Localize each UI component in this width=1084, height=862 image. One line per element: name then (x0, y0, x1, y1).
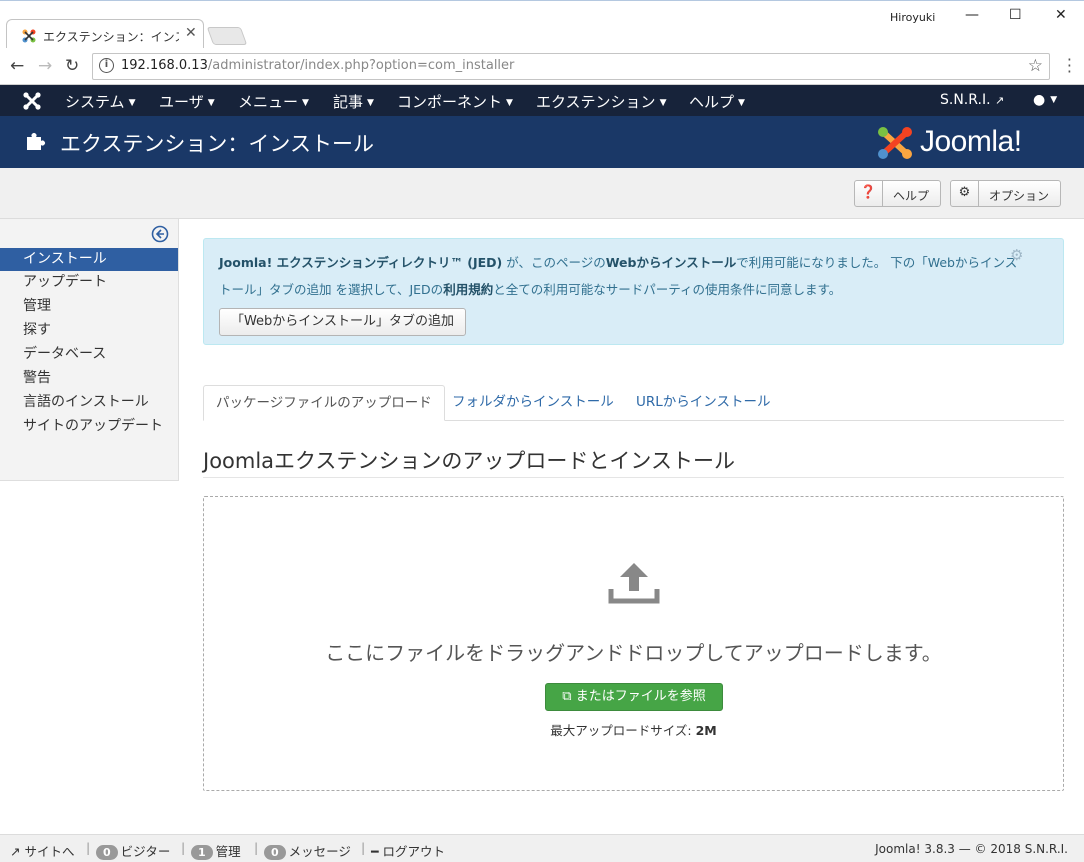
reload-icon[interactable]: ↻ (65, 56, 79, 76)
maximize-icon[interactable]: ☐ (1009, 7, 1022, 23)
caret-down-icon: ▼ (207, 98, 215, 108)
site-link[interactable]: S.N.R.I. ↗ (940, 92, 1004, 108)
question-circle-icon: ❓ (855, 181, 883, 206)
address-url[interactable]: 192.168.0.13/administrator/index.php?opt… (121, 58, 514, 73)
external-link-icon: ↗ (10, 844, 21, 859)
collapse-sidebar-icon[interactable] (151, 225, 169, 243)
caret-down-icon: ▼ (659, 98, 667, 108)
sidebar-item-update[interactable]: アップデート (0, 271, 178, 294)
caret-down-icon: ▼ (738, 98, 745, 108)
minus-icon: ━ (371, 844, 379, 859)
nav-menu-system[interactable]: システム ▼ (65, 91, 135, 112)
window-close-icon[interactable]: ✕ (1055, 7, 1067, 23)
copy-icon: ⧉ (562, 689, 572, 704)
messages-status[interactable]: 0 メッセージ (264, 841, 351, 860)
help-button[interactable]: ❓ ヘルプ (854, 180, 941, 207)
address-bar[interactable]: i 192.168.0.13/administrator/index.php?o… (92, 53, 1050, 80)
user-icon: ● (1033, 92, 1046, 108)
new-tab-button[interactable] (206, 27, 248, 45)
nav-menu-extensions[interactable]: エクステンション ▼ (536, 91, 666, 112)
browser-profile-name[interactable]: Hiroyuki (890, 11, 935, 24)
add-install-from-web-tab-button[interactable]: 「Webからインストール」タブの追加 (219, 308, 466, 336)
back-arrow-icon[interactable]: ← (10, 56, 24, 76)
logout-link[interactable]: ━ ログアウト (371, 841, 445, 860)
browser-titlebar: エクステンション：インストール ✕ Hiroyuki — ☐ ✕ (0, 0, 1084, 49)
browser-tab[interactable]: エクステンション：インストール ✕ (6, 19, 204, 49)
gear-icon: ⚙ (951, 181, 979, 206)
admin-navbar: システム ▼ ユーザ ▼ メニュー ▼ 記事 ▼ コンポーネント ▼ エクステンション ▼ … (0, 85, 1084, 116)
browse-files-button[interactable]: ⧉ またはファイルを参照 (545, 683, 723, 711)
nav-menu-help[interactable]: ヘルプ ▼ (689, 91, 745, 112)
gear-icon[interactable]: ⚙ (1010, 246, 1023, 264)
caret-down-icon: ▼ (506, 98, 513, 108)
section-title: Joomlaエクステンションのアップロードとインストール (203, 449, 735, 473)
tab-upload-package[interactable]: パッケージファイルのアップロード (203, 385, 445, 421)
version-info: Joomla! 3.8.3 — © 2018 S.N.R.I. (875, 842, 1068, 856)
options-button[interactable]: ⚙ オプション (950, 180, 1061, 207)
nav-menu-users[interactable]: ユーザ ▼ (159, 91, 215, 112)
sidebar-item-discover[interactable]: 探す (0, 319, 178, 342)
sidebar-item-update-sites[interactable]: サイトのアップデート (0, 415, 178, 438)
sidebar-item-warnings[interactable]: 警告 (0, 367, 178, 390)
joomla-logo-icon[interactable] (22, 91, 42, 111)
section-divider (203, 477, 1064, 478)
brand-wordmark: Joomla! (920, 125, 1022, 158)
joomla-favicon-icon (22, 29, 36, 43)
admins-status[interactable]: 1 管理 (191, 841, 241, 860)
sidebar-item-manage[interactable]: 管理 (0, 295, 178, 318)
caret-down-icon: ▼ (128, 98, 136, 108)
upload-dropzone[interactable]: ここにファイルをドラッグアンドドロップしてアップロードします。 ⧉ またはファイ… (203, 496, 1064, 791)
sidebar-item-database[interactable]: データベース (0, 343, 178, 366)
caret-down-icon: ▼ (367, 98, 374, 108)
tab-install-from-url[interactable]: URLからインストール (636, 385, 771, 421)
alert-message: Joomla! エクステンションディレクトリ™ (JED) が、このページのWe… (219, 255, 1018, 297)
forward-arrow-icon[interactable]: → (38, 56, 52, 76)
bookmark-star-icon[interactable]: ☆ (1028, 56, 1043, 76)
caret-down-icon: ▼ (1050, 95, 1058, 105)
view-site-link[interactable]: ↗ サイトへ (10, 841, 74, 860)
nav-menu-components[interactable]: コンポーネント ▼ (397, 91, 513, 112)
dropzone-text: ここにファイルをドラッグアンドドロップしてアップロードします。 (325, 641, 942, 665)
info-icon[interactable]: i (99, 58, 114, 73)
joomla-brand: Joomla! (876, 123, 1066, 163)
browser-toolbar: ← → ↻ i 192.168.0.13/administrator/index… (0, 48, 1084, 85)
sidebar-item-install-languages[interactable]: 言語のインストール (0, 391, 178, 414)
page-header: エクステンション：インストール Joomla! (0, 116, 1084, 168)
minimize-icon[interactable]: — (965, 7, 979, 23)
nav-menu-content[interactable]: 記事 ▼ (333, 91, 374, 112)
user-menu[interactable]: ● ▼ (1033, 92, 1057, 108)
max-upload-size: 最大アップロードサイズ: 2M (550, 723, 717, 738)
close-tab-icon[interactable]: ✕ (185, 25, 197, 41)
puzzle-piece-icon (27, 133, 45, 150)
browser-menu-icon[interactable]: · · · (1067, 52, 1072, 80)
upload-icon (608, 563, 660, 604)
install-tabs: パッケージファイルのアップロード フォルダからインストール URLからインストー… (203, 385, 1064, 421)
caret-down-icon: ▼ (302, 98, 309, 108)
status-footer: ↗ サイトへ | 0 ビジター | 1 管理 | 0 メッセージ | ━ ログアウト … (0, 834, 1084, 862)
browser-tab-title: エクステンション：インストール (43, 30, 179, 44)
nav-menu-menus[interactable]: メニュー ▼ (238, 91, 309, 112)
page-title: エクステンション：インストール (60, 132, 374, 156)
sidebar-item-install[interactable]: インストール (0, 248, 178, 271)
jed-info-alert: Joomla! エクステンションディレクトリ™ (JED) が、このページのWe… (203, 238, 1064, 345)
visitors-status[interactable]: 0 ビジター (96, 841, 170, 860)
tab-install-from-folder[interactable]: フォルダからインストール (452, 385, 614, 421)
external-link-icon: ↗ (994, 94, 1005, 107)
action-toolbar: ❓ ヘルプ ⚙ オプション (0, 168, 1084, 219)
sidebar: インストール アップデート 管理 探す データベース 警告 言語のインストール … (0, 219, 179, 481)
joomla-brand-logo-icon (878, 127, 912, 159)
